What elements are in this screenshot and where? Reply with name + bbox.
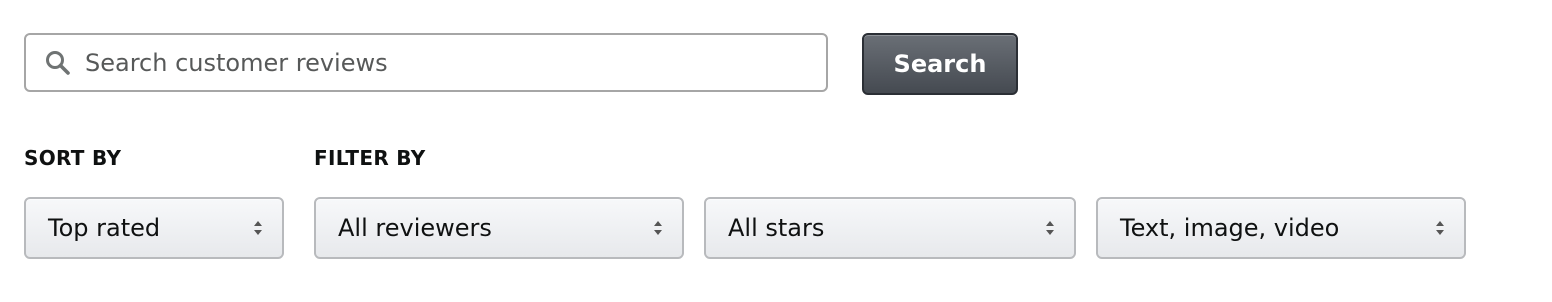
search-input[interactable] [85,48,785,77]
sort-dropdown-value: Top rated [48,214,161,242]
up-down-caret-icon [654,221,662,235]
stars-filter-value: All stars [728,214,825,242]
up-down-caret-icon [1436,221,1444,235]
sort-dropdown[interactable]: Top rated [24,197,284,259]
search-button[interactable]: Search [862,33,1018,95]
media-filter-value: Text, image, video [1120,214,1340,242]
media-filter-dropdown[interactable]: Text, image, video [1096,197,1466,259]
reviewers-filter-value: All reviewers [338,214,492,242]
search-icon [45,50,71,76]
up-down-caret-icon [1046,221,1054,235]
reviewers-filter-dropdown[interactable]: All reviewers [314,197,684,259]
filter-by-label: FILTER BY [314,146,426,170]
stars-filter-dropdown[interactable]: All stars [704,197,1076,259]
search-box[interactable] [24,33,828,92]
up-down-caret-icon [254,221,262,235]
sort-by-label: SORT BY [24,146,122,170]
